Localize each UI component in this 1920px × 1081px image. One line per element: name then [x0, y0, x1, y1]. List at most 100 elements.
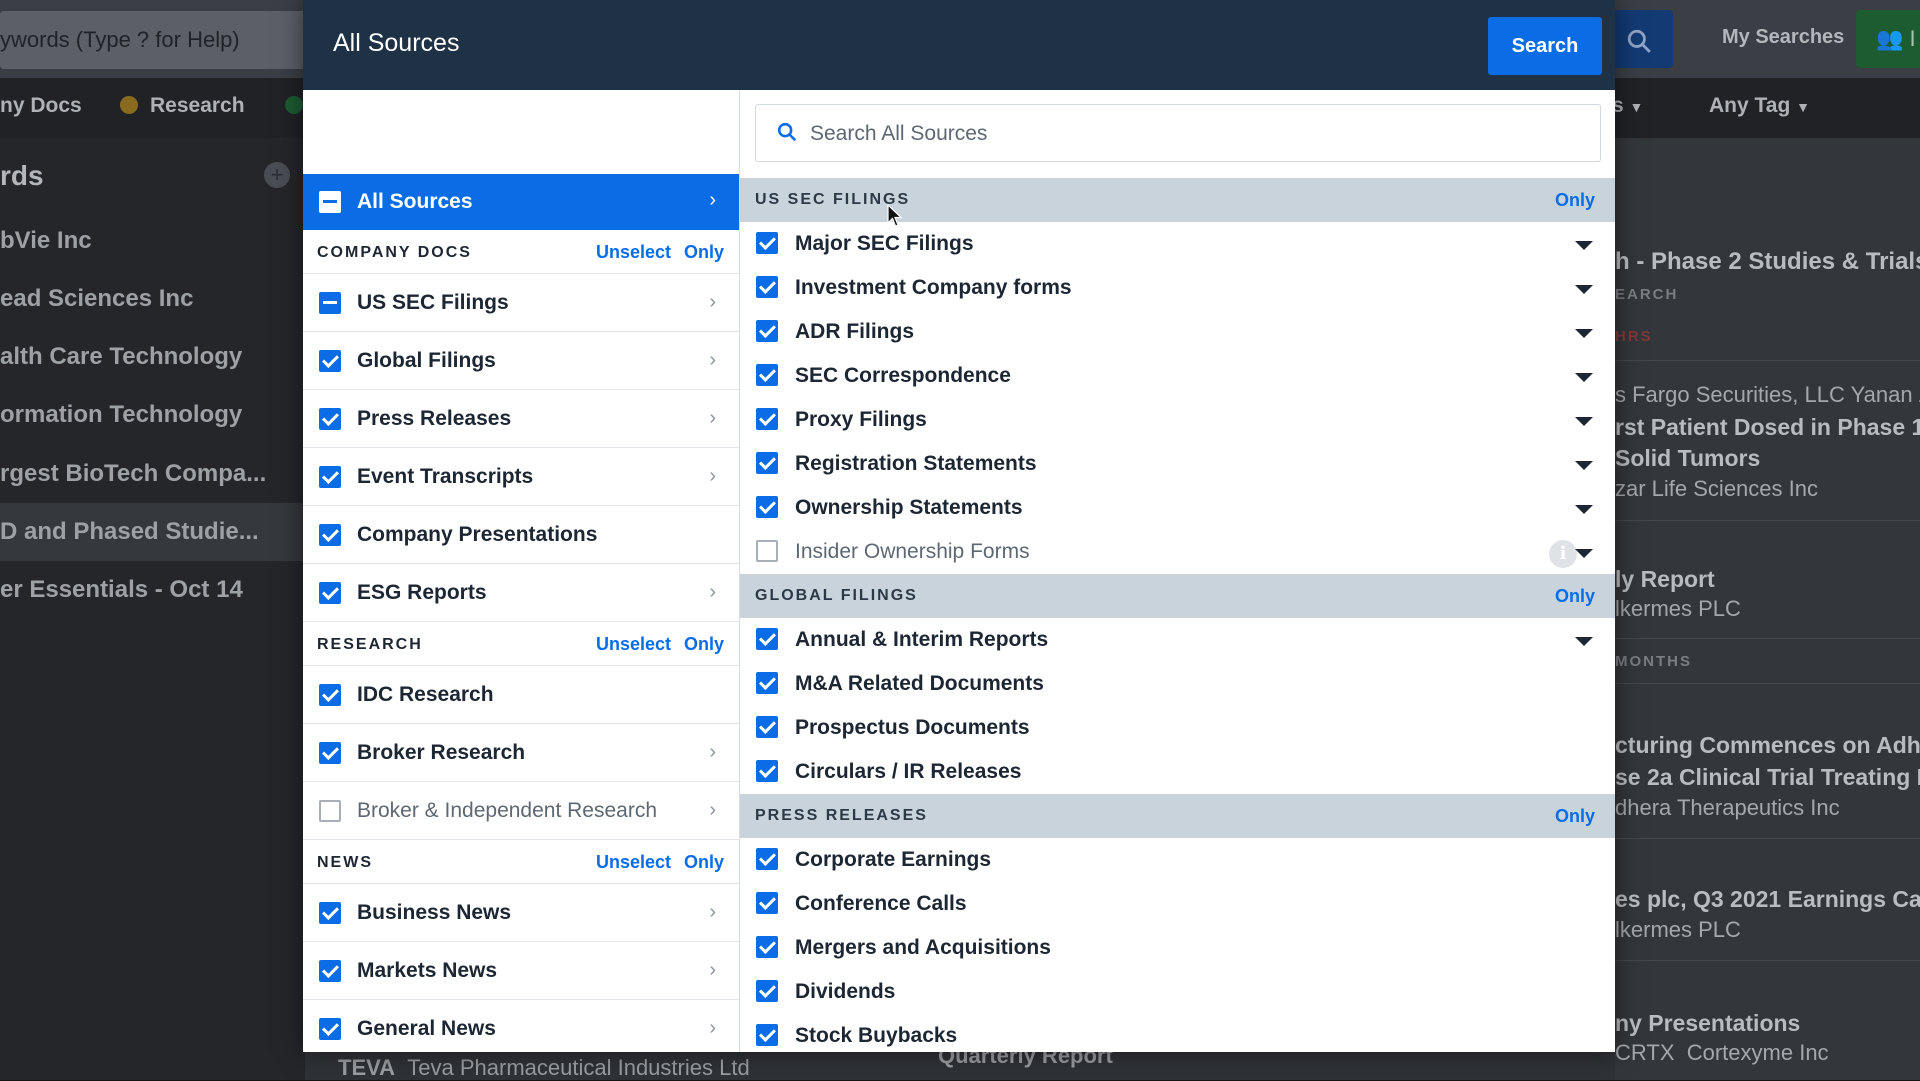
source-conference-calls[interactable]: Conference Calls [740, 882, 1615, 926]
background-search-button[interactable] [1605, 10, 1673, 68]
category-us-sec-filings[interactable]: US SEC Filings › [303, 274, 739, 332]
checkbox-checked[interactable] [756, 1024, 778, 1046]
checkbox-partial[interactable] [319, 292, 341, 314]
checkbox-checked[interactable] [756, 276, 778, 298]
checkbox-checked[interactable] [319, 960, 341, 982]
source-stock-buybacks[interactable]: Stock Buybacks [740, 1014, 1615, 1052]
checkbox-checked[interactable] [756, 232, 778, 254]
category-markets-news[interactable]: Markets News › [303, 942, 739, 1000]
category-event-transcripts[interactable]: Event Transcripts › [303, 448, 739, 506]
share-button[interactable]: 👥 I [1856, 10, 1920, 68]
only-link[interactable]: Only [1555, 806, 1595, 827]
checkbox-checked[interactable] [756, 628, 778, 650]
category-company-presentations[interactable]: Company Presentations [303, 506, 739, 564]
checkbox-checked[interactable] [756, 408, 778, 430]
dropdown-caret-icon[interactable] [1575, 461, 1593, 470]
ticker: TEVA [338, 1055, 396, 1080]
source-corporate-earnings[interactable]: Corporate Earnings [740, 838, 1615, 882]
category-idc-research[interactable]: IDC Research [303, 666, 739, 724]
source-dividends[interactable]: Dividends [740, 970, 1615, 1014]
only-link[interactable]: Only [684, 852, 724, 873]
checkbox-checked[interactable] [319, 408, 341, 430]
filter-chip-research[interactable]: Research [120, 94, 245, 118]
filter-chip-s[interactable]: s ▼ [1612, 94, 1643, 118]
only-link[interactable]: Only [1555, 190, 1595, 211]
checkbox-checked[interactable] [319, 524, 341, 546]
source-adr-filings[interactable]: ADR Filings [740, 310, 1615, 354]
source-annual-interim-reports[interactable]: Annual & Interim Reports [740, 618, 1615, 662]
source-registration-statements[interactable]: Registration Statements [740, 442, 1615, 486]
checkbox-checked[interactable] [756, 716, 778, 738]
filter-chip-docs[interactable]: ny Docs [0, 94, 82, 118]
source-investment-company-forms[interactable]: Investment Company forms [740, 266, 1615, 310]
unselect-link[interactable]: Unselect [596, 634, 671, 655]
search-button[interactable]: Search [1488, 17, 1602, 75]
checkbox-checked[interactable] [319, 466, 341, 488]
source-ma-related-documents[interactable]: M&A Related Documents [740, 662, 1615, 706]
sidebar-item-active[interactable]: D and Phased Studie... [0, 503, 305, 561]
checkbox-checked[interactable] [756, 980, 778, 1002]
only-link[interactable]: Only [684, 634, 724, 655]
my-searches-link[interactable]: My Searches [1722, 26, 1844, 49]
category-broker-independent-research[interactable]: Broker & Independent Research › [303, 782, 739, 840]
checkbox-checked[interactable] [319, 350, 341, 372]
dropdown-caret-icon[interactable] [1575, 637, 1593, 646]
filter-chip-any-tag[interactable]: Any Tag ▼ [1709, 94, 1810, 118]
checkbox-checked[interactable] [756, 364, 778, 386]
unselect-link[interactable]: Unselect [596, 852, 671, 873]
checkbox-checked[interactable] [319, 582, 341, 604]
info-icon[interactable]: i [1549, 540, 1577, 568]
sidebar-item[interactable]: ormation Technology [0, 386, 305, 444]
source-insider-ownership-forms[interactable]: Insider Ownership Forms i [740, 530, 1615, 574]
source-prospectus-documents[interactable]: Prospectus Documents [740, 706, 1615, 750]
background-search-input[interactable]: ywords (Type ? for Help) [0, 11, 310, 69]
only-link[interactable]: Only [1555, 586, 1595, 607]
category-business-news[interactable]: Business News › [303, 884, 739, 942]
source-mergers-and-acquisitions[interactable]: Mergers and Acquisitions [740, 926, 1615, 970]
source-circulars-ir-releases[interactable]: Circulars / IR Releases [740, 750, 1615, 794]
add-icon[interactable]: + [264, 162, 290, 188]
sidebar-item[interactable]: rgest BioTech Compa... [0, 445, 305, 503]
sidebar-item[interactable]: alth Care Technology [0, 328, 305, 386]
checkbox-checked[interactable] [756, 452, 778, 474]
category-general-news[interactable]: General News › [303, 1000, 739, 1052]
category-global-filings[interactable]: Global Filings › [303, 332, 739, 390]
checkbox-checked[interactable] [756, 320, 778, 342]
category-press-releases[interactable]: Press Releases › [303, 390, 739, 448]
checkbox-checked[interactable] [756, 672, 778, 694]
unselect-link[interactable]: Unselect [596, 242, 671, 263]
dropdown-caret-icon[interactable] [1575, 549, 1593, 558]
source-sec-correspondence[interactable]: SEC Correspondence [740, 354, 1615, 398]
checkbox-checked[interactable] [756, 760, 778, 782]
checkbox-checked[interactable] [756, 936, 778, 958]
checkbox-checked[interactable] [756, 848, 778, 870]
dropdown-caret-icon[interactable] [1575, 373, 1593, 382]
dropdown-caret-icon[interactable] [1575, 505, 1593, 514]
all-sources-checkbox[interactable] [319, 191, 341, 213]
chevron-right-icon: › [709, 407, 716, 429]
dropdown-caret-icon[interactable] [1575, 241, 1593, 250]
checkbox-checked[interactable] [319, 742, 341, 764]
category-broker-research[interactable]: Broker Research › [303, 724, 739, 782]
search-sources-field[interactable] [755, 104, 1601, 162]
all-sources-item[interactable]: All Sources › [303, 174, 739, 230]
dropdown-caret-icon[interactable] [1575, 417, 1593, 426]
sidebar-item[interactable]: ead Sciences Inc [0, 270, 305, 328]
sidebar-item[interactable]: bVie Inc [0, 212, 305, 270]
search-sources-input[interactable] [810, 117, 1570, 151]
source-proxy-filings[interactable]: Proxy Filings [740, 398, 1615, 442]
checkbox-checked[interactable] [319, 902, 341, 924]
dropdown-caret-icon[interactable] [1575, 285, 1593, 294]
dropdown-caret-icon[interactable] [1575, 329, 1593, 338]
checkbox-checked[interactable] [756, 496, 778, 518]
checkbox-checked[interactable] [319, 1018, 341, 1040]
checkbox-checked[interactable] [756, 892, 778, 914]
checkbox-unchecked[interactable] [756, 540, 778, 562]
checkbox-unchecked[interactable] [319, 800, 341, 822]
only-link[interactable]: Only [684, 242, 724, 263]
category-esg-reports[interactable]: ESG Reports › [303, 564, 739, 622]
sidebar-item[interactable]: er Essentials - Oct 14 [0, 561, 305, 619]
source-major-sec-filings[interactable]: Major SEC Filings [740, 222, 1615, 266]
checkbox-checked[interactable] [319, 684, 341, 706]
source-ownership-statements[interactable]: Ownership Statements [740, 486, 1615, 530]
